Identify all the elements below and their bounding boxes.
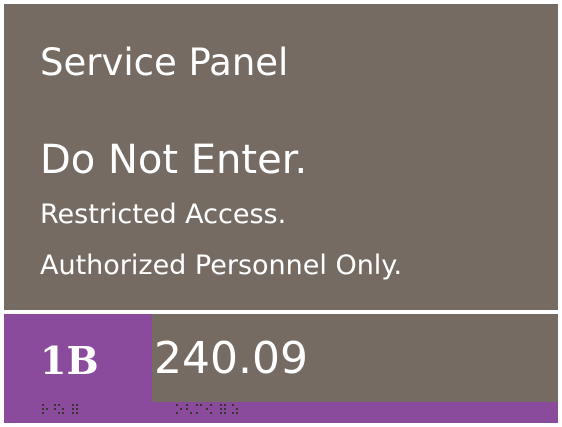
sign-restricted-line: Restricted Access. <box>40 199 287 230</box>
service-panel-sign: Service Panel Do Not Enter. Restricted A… <box>4 4 558 423</box>
sign-title: Service Panel <box>40 41 289 84</box>
room-id: 1B <box>40 338 99 383</box>
sign-authorized-line: Authorized Personnel Only. <box>40 250 403 281</box>
sign-warning: Do Not Enter. <box>40 137 308 183</box>
room-number: 240.09 <box>154 333 308 384</box>
braille-room-id <box>42 404 102 416</box>
braille-room-number <box>176 404 266 416</box>
